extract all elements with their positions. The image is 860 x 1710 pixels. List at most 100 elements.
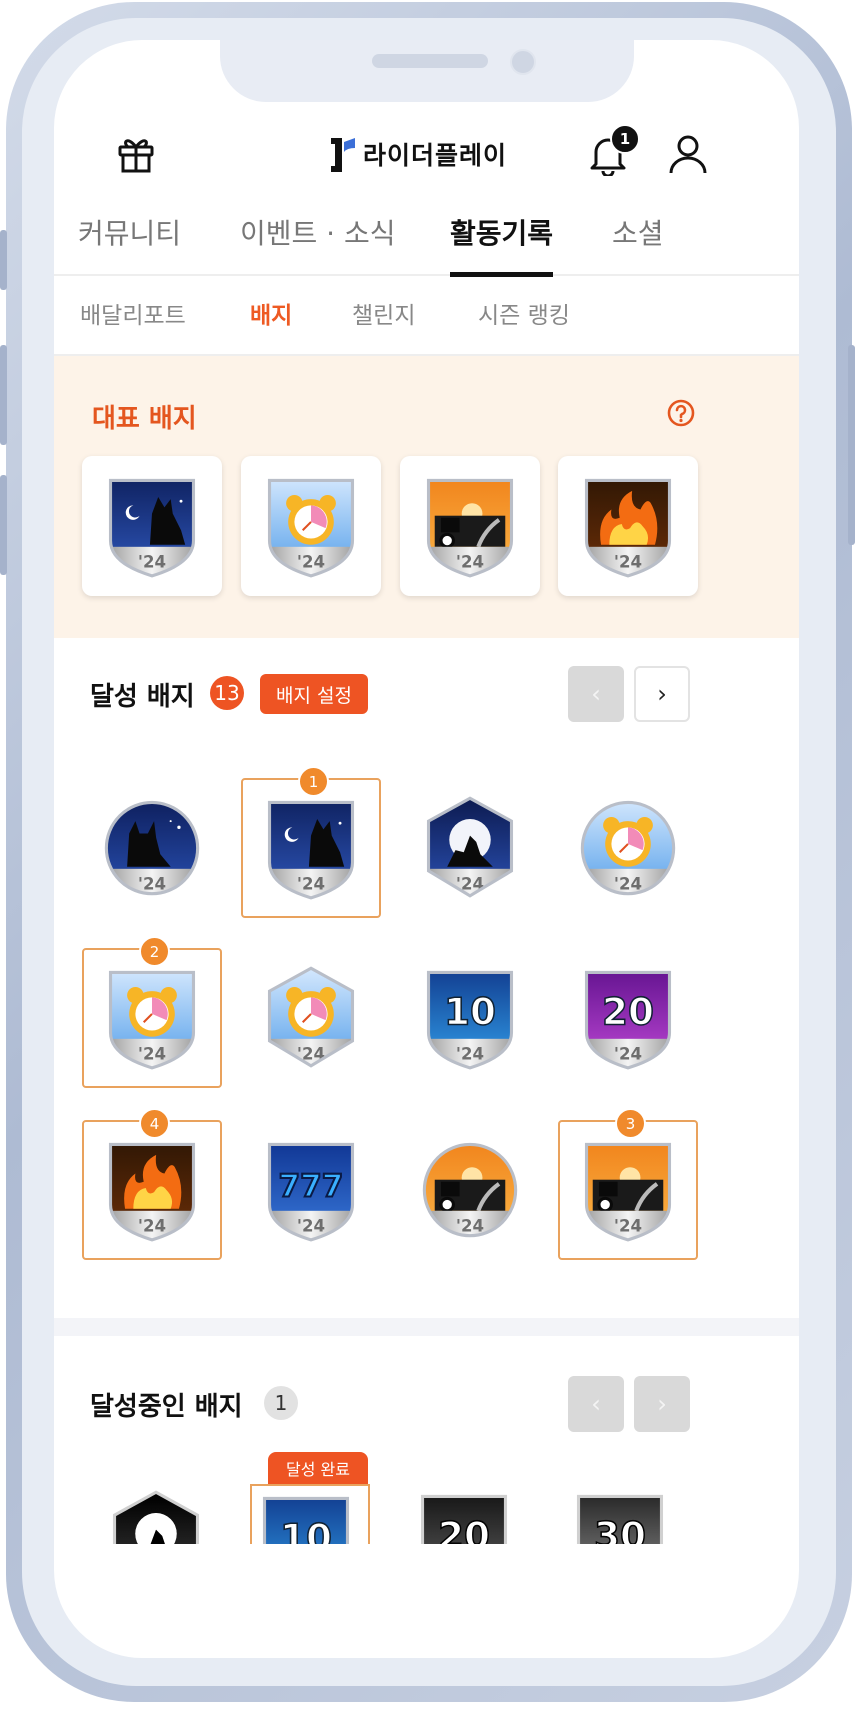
achieved-badge-item[interactable]: '24 (241, 948, 381, 1088)
subtab-challenge[interactable]: 챌린지 (352, 296, 415, 330)
number-10-badge-icon: 10 '24 (252, 1486, 368, 1544)
badge-order-number: 2 (139, 936, 170, 967)
in-progress-badge-partial[interactable]: 20 '24 (410, 1484, 530, 1544)
fox-moon-badge-icon: '24 (98, 468, 206, 584)
gift-button[interactable] (110, 128, 162, 180)
badge-order-number: 1 (298, 766, 329, 797)
featured-badge-slot[interactable]: '24 (400, 456, 540, 596)
badge-order-number: 3 (615, 1108, 646, 1139)
badge-settings-button[interactable]: 배지 설정 (260, 674, 368, 714)
svg-text:'24: '24 (456, 1217, 484, 1236)
app-logo[interactable]: 라이더플레이 (329, 130, 507, 178)
logo-text: 라이더플레이 (363, 141, 508, 170)
alarm-clock-badge-icon: '24 (257, 468, 365, 584)
in-progress-count-badge: 1 (264, 1386, 298, 1420)
achieved-badge-item[interactable]: '24 (558, 778, 698, 918)
number-20-badge-icon: 20 '24 (574, 960, 682, 1076)
svg-text:20: 20 (602, 989, 654, 1033)
achieved-badge-item[interactable]: 10 '24 (400, 948, 540, 1088)
number-30-badge-icon: 30 '24 (566, 1484, 686, 1544)
in-progress-next-button[interactable]: › (634, 1376, 690, 1432)
subtab-badges[interactable]: 배지 (250, 296, 292, 330)
featured-badge-slot[interactable]: '24 (558, 456, 698, 596)
in-progress-prev-button[interactable]: ‹ (568, 1376, 624, 1432)
tab-community[interactable]: 커뮤니티 (78, 208, 181, 272)
section-divider (54, 1318, 799, 1336)
in-progress-badge-partial[interactable]: 30 '24 (566, 1484, 686, 1544)
achieved-badge-item[interactable]: '24 3 (558, 1108, 698, 1260)
svg-text:'24: '24 (138, 1217, 166, 1236)
fox-moon-badge-icon: '24 (257, 790, 365, 906)
svg-text:777: 777 (279, 1168, 344, 1204)
svg-text:'24: '24 (614, 875, 642, 894)
in-progress-badge-partial[interactable]: '24 (102, 1484, 222, 1544)
phone-power-button (848, 345, 855, 545)
alarm-clock-hex-badge-icon: '24 (257, 960, 365, 1076)
achievement-complete-tag: 달성 완료 (268, 1452, 368, 1484)
svg-text:30: 30 (594, 1513, 646, 1544)
achieved-badge-item[interactable]: 777 '24 (241, 1120, 381, 1260)
badge-order-number: 4 (139, 1108, 170, 1139)
svg-text:'24: '24 (297, 1217, 325, 1236)
lucky-777-badge-icon: 777 '24 (257, 1132, 365, 1248)
main-tabs: 커뮤니티 이벤트 · 소식 활동기록 소셜 (54, 208, 799, 277)
in-progress-badges-title: 달성중인 배지 (90, 1392, 243, 1422)
alarm-clock-badge-icon: '24 (574, 790, 682, 906)
delivery-sunset-badge-icon: '24 (574, 1132, 682, 1248)
profile-button[interactable] (662, 128, 714, 180)
wolf-moon-badge-icon: '24 (416, 790, 524, 906)
help-icon[interactable] (666, 398, 696, 428)
achieved-badge-item[interactable]: '24 (400, 778, 540, 918)
in-progress-badge-partial[interactable]: 10 '24 (250, 1484, 370, 1544)
tab-events-news[interactable]: 이벤트 · 소식 (240, 208, 396, 272)
achieved-badge-item[interactable]: '24 4 (82, 1108, 222, 1260)
front-camera (510, 49, 536, 75)
delivery-road-badge-icon: '24 (416, 1132, 524, 1248)
svg-text:'24: '24 (614, 1217, 642, 1236)
svg-text:20: 20 (438, 1513, 490, 1544)
tab-activity-record[interactable]: 활동기록 (450, 208, 554, 277)
svg-text:10: 10 (280, 1515, 332, 1544)
speaker-grille (372, 54, 488, 68)
svg-text:'24: '24 (138, 875, 166, 894)
achieved-badge-item[interactable]: '24 (82, 778, 222, 918)
phone-volume-down (0, 475, 7, 575)
top-bar: 라이더플레이 1 (54, 118, 799, 190)
svg-text:'24: '24 (138, 1045, 166, 1064)
svg-text:'24: '24 (614, 1045, 642, 1064)
featured-badge-slot[interactable]: '24 (82, 456, 222, 596)
phone-notch (220, 40, 634, 102)
svg-text:'24: '24 (297, 553, 325, 572)
achieved-badges-title: 달성 배지 (90, 682, 195, 712)
gift-icon (118, 139, 154, 173)
achieved-next-button[interactable]: › (634, 666, 690, 722)
number-20-badge-icon: 20 '24 (410, 1484, 530, 1544)
tab-social[interactable]: 소셜 (612, 208, 664, 272)
subtab-season-ranking[interactable]: 시즌 랭킹 (478, 296, 570, 330)
achieved-badge-item[interactable]: '24 2 (82, 936, 222, 1088)
notification-count-badge: 1 (610, 124, 640, 154)
svg-text:'24: '24 (614, 553, 642, 572)
achieved-badge-item[interactable]: '24 (400, 1120, 540, 1260)
logo-mark-icon (329, 136, 355, 172)
svg-text:'24: '24 (138, 553, 166, 572)
svg-text:'24: '24 (456, 1045, 484, 1064)
notification-button[interactable]: 1 (582, 124, 640, 180)
fire-badge-icon: '24 (98, 1132, 206, 1248)
achieved-count-badge: 13 (210, 676, 244, 710)
achieved-badge-item[interactable]: '24 1 (241, 766, 381, 918)
featured-badges-section: 대표 배지 '24 '24 '24 '24 (54, 356, 799, 638)
phone-volume-up (0, 345, 7, 445)
subtab-delivery-report[interactable]: 배달리포트 (80, 296, 186, 330)
number-10-badge-icon: 10 '24 (416, 960, 524, 1076)
svg-text:'24: '24 (297, 875, 325, 894)
achieved-badge-item[interactable]: 20 '24 (558, 948, 698, 1088)
app-screen: 라이더플레이 1 커뮤니티 이벤트 · 소식 활동기록 소셜 배달리포트 배지 … (54, 40, 799, 1658)
wolf-moon-badge-icon: '24 (102, 1484, 222, 1544)
featured-badge-slot[interactable]: '24 (241, 456, 381, 596)
phone-side-button (0, 230, 7, 290)
delivery-sunset-badge-icon: '24 (416, 468, 524, 584)
alarm-clock-badge-icon: '24 (98, 960, 206, 1076)
user-icon (669, 135, 707, 174)
achieved-prev-button[interactable]: ‹ (568, 666, 624, 722)
